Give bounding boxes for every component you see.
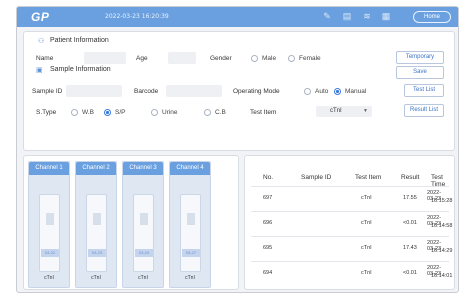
channel-2[interactable]: Channel 2 03-23 cTnI xyxy=(75,161,117,288)
results-table: No. Sample ID Test Item Result Test Time… xyxy=(244,155,455,290)
row-no: 697 xyxy=(263,195,273,201)
row-test-item: cTnI xyxy=(361,270,372,276)
col-header-sample-id: Sample ID xyxy=(301,174,332,181)
cartridge: 03-23 xyxy=(86,194,107,272)
channel-4[interactable]: Channel 4 03-27 cTnI xyxy=(169,161,211,288)
grid-icon[interactable]: ▦ xyxy=(381,11,391,21)
gender-label: Gender xyxy=(210,55,232,62)
sample-icon: ▣ xyxy=(36,67,43,74)
sample-section-title: Sample Information xyxy=(50,66,111,73)
age-input[interactable] xyxy=(168,52,196,64)
row-time: 16:14:01 xyxy=(431,273,453,279)
row-test-item: cTnI xyxy=(361,220,372,226)
row-no: 696 xyxy=(263,220,273,226)
datetime: 2022-03-23 16:20:39 xyxy=(105,13,169,20)
cartridge-label: 03-23 xyxy=(88,249,106,257)
age-label: Age xyxy=(136,55,148,62)
printer-icon[interactable]: ▤ xyxy=(342,11,352,21)
col-header-result: Result xyxy=(401,174,420,181)
channel-4-header: Channel 4 xyxy=(170,162,210,175)
channel-1-header: Channel 1 xyxy=(29,162,69,175)
row-result: 17.55 xyxy=(403,195,417,201)
analyzer-screen: GP 2022-03-23 16:20:39 ✎ ▤ ≋ ▦ Home ⚇ Pa… xyxy=(16,6,459,293)
gender-male-label: Male xyxy=(262,55,277,62)
test-item-value: cTnI xyxy=(330,108,342,114)
cartridge-label: 03-24 xyxy=(135,249,153,257)
gender-female-label: Female xyxy=(299,55,321,62)
row-result: <0.01 xyxy=(403,220,417,226)
channel-4-item: cTnI xyxy=(185,275,195,281)
gender-female-radio[interactable] xyxy=(288,55,295,62)
sample-id-label: Sample ID xyxy=(32,88,63,95)
barcode-input[interactable] xyxy=(166,85,222,97)
cartridge-label: 03-22 xyxy=(41,249,59,257)
row-result: 17.43 xyxy=(403,245,417,251)
stype-sp-radio[interactable] xyxy=(104,109,111,116)
result-list-button[interactable]: Result List xyxy=(404,104,444,117)
cartridge-window xyxy=(140,213,148,225)
table-row[interactable]: 697 cTnI 17.55 2022-03-23 16:15:28 xyxy=(251,186,453,208)
stype-urine-label: Urine xyxy=(162,109,178,116)
channel-1[interactable]: Channel 1 03-22 cTnI xyxy=(28,161,70,288)
test-item-label: Test Item xyxy=(250,109,277,116)
top-bar: GP 2022-03-23 16:20:39 ✎ ▤ ≋ ▦ Home xyxy=(17,7,458,27)
row-time: 16:14:29 xyxy=(431,248,453,254)
temporary-button[interactable]: Temporary xyxy=(396,51,444,64)
stype-wb-label: W.B xyxy=(82,109,94,116)
test-item-select[interactable]: cTnI ▼ xyxy=(316,106,372,117)
mode-auto-label: Auto xyxy=(315,88,329,95)
cartridge-window xyxy=(93,213,101,225)
sample-id-input[interactable] xyxy=(66,85,122,97)
table-row[interactable]: 694 cTnI <0.01 2022-03-23 16:14:01 xyxy=(251,261,453,283)
patient-section-title: Patient Information xyxy=(50,37,109,44)
channels-panel: Channel 1 03-22 cTnI Channel 2 03-23 cTn… xyxy=(23,155,239,290)
row-time: 16:14:58 xyxy=(431,223,453,229)
stype-label: S.Type xyxy=(36,109,57,116)
mode-manual-label: Manual xyxy=(345,88,367,95)
channel-3-item: cTnI xyxy=(138,275,148,281)
row-test-item: cTnI xyxy=(361,245,372,251)
stype-sp-label: S/P xyxy=(115,109,126,116)
operating-mode-label: Operating Mode xyxy=(233,88,280,95)
barcode-label: Barcode xyxy=(134,88,159,95)
save-button[interactable]: Save xyxy=(396,66,444,79)
channel-1-item: cTnI xyxy=(44,275,54,281)
info-form-panel: ⚇ Patient Information Name Age Gender Ma… xyxy=(23,31,455,151)
stype-cb-radio[interactable] xyxy=(204,109,211,116)
table-row[interactable]: 696 cTnI <0.01 2022-03-23 16:14:58 xyxy=(251,211,453,233)
table-row[interactable]: 695 cTnI 17.43 2022-03-23 16:14:29 xyxy=(251,236,453,258)
channel-3-header: Channel 3 xyxy=(123,162,163,175)
cartridge: 03-24 xyxy=(133,194,154,272)
channel-2-header: Channel 2 xyxy=(76,162,116,175)
mode-auto-radio[interactable] xyxy=(304,88,311,95)
row-no: 694 xyxy=(263,270,273,276)
row-test-item: cTnI xyxy=(361,195,372,201)
pen-icon[interactable]: ✎ xyxy=(322,11,332,21)
cartridge: 03-22 xyxy=(39,194,60,272)
stype-urine-radio[interactable] xyxy=(151,109,158,116)
test-list-button[interactable]: Test List xyxy=(404,84,444,97)
name-input[interactable] xyxy=(84,52,126,64)
row-no: 695 xyxy=(263,245,273,251)
channel-2-item: cTnI xyxy=(91,275,101,281)
cartridge-window xyxy=(46,213,54,225)
logo: GP xyxy=(31,10,50,24)
row-result: <0.01 xyxy=(403,270,417,276)
chevron-down-icon: ▼ xyxy=(363,108,368,114)
mode-manual-radio[interactable] xyxy=(334,88,341,95)
wifi-icon[interactable]: ≋ xyxy=(362,11,372,21)
gender-male-radio[interactable] xyxy=(251,55,258,62)
name-label: Name xyxy=(36,55,54,62)
stype-cb-label: C.B xyxy=(215,109,226,116)
home-button[interactable]: Home xyxy=(413,11,451,23)
row-time: 16:15:28 xyxy=(431,198,453,204)
col-header-no: No. xyxy=(263,174,274,181)
stype-wb-radio[interactable] xyxy=(71,109,78,116)
cartridge-label: 03-27 xyxy=(182,249,200,257)
person-icon: ⚇ xyxy=(38,38,45,45)
channel-3[interactable]: Channel 3 03-24 cTnI xyxy=(122,161,164,288)
cartridge-window xyxy=(187,213,195,225)
col-header-test-item: Test Item xyxy=(355,174,382,181)
cartridge: 03-27 xyxy=(180,194,201,272)
